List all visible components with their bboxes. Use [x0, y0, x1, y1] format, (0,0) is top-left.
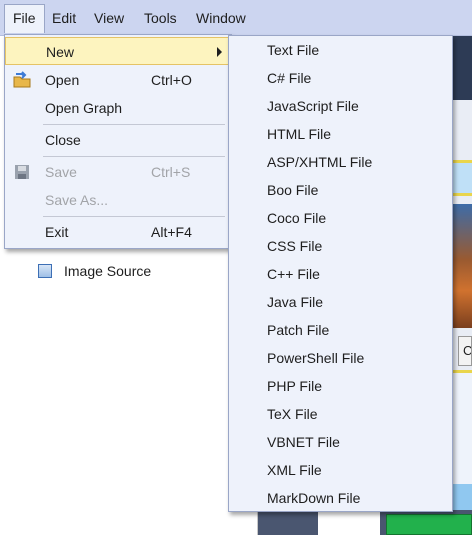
file-menu-dropdown: New Open Ctrl+O Open Graph Close Save Ct… [4, 34, 232, 249]
menu-item-save[interactable]: Save Ctrl+S [5, 158, 231, 186]
new-css-file[interactable]: CSS File [267, 232, 322, 260]
new-asp-xhtml-file[interactable]: ASP/XHTML File [267, 148, 372, 176]
menu-tools[interactable]: Tools [136, 4, 185, 33]
menu-item-exit[interactable]: Exit Alt+F4 [5, 218, 231, 246]
menu-item-open-graph[interactable]: Open Graph [5, 94, 231, 122]
new-boo-file[interactable]: Boo File [267, 176, 318, 204]
bottom-green-slot [386, 514, 472, 535]
menu-file[interactable]: File [4, 4, 45, 33]
menu-item-open-shortcut: Ctrl+O [151, 72, 192, 88]
new-patch-file[interactable]: Patch File [267, 316, 329, 344]
submenu-arrow-icon [217, 47, 222, 57]
menu-item-exit-shortcut: Alt+F4 [151, 224, 192, 240]
open-folder-icon [13, 71, 31, 88]
new-xml-file[interactable]: XML File [267, 456, 322, 484]
menu-item-save-as-label: Save As... [45, 192, 109, 208]
node-button[interactable]: C [458, 336, 472, 366]
new-powershell-file[interactable]: PowerShell File [267, 344, 364, 372]
new-php-file[interactable]: PHP File [267, 372, 322, 400]
new-csharp-file[interactable]: C# File [267, 64, 311, 92]
new-markdown-file[interactable]: MarkDown File [267, 484, 360, 512]
menu-item-open-label: Open [45, 72, 80, 88]
menu-window[interactable]: Window [188, 4, 254, 33]
tree-item-label: Image Source [64, 263, 152, 279]
new-vbnet-file[interactable]: VBNET File [267, 428, 340, 456]
menu-item-open[interactable]: Open Ctrl+O [5, 66, 231, 94]
menu-item-open-graph-label: Open Graph [45, 100, 123, 116]
new-text-file[interactable]: Text File [267, 36, 319, 64]
menu-edit[interactable]: Edit [44, 4, 84, 33]
bottom-white-slot [318, 510, 380, 535]
new-tex-file[interactable]: TeX File [267, 400, 318, 428]
menu-separator [43, 124, 225, 125]
new-coco-file[interactable]: Coco File [267, 204, 326, 232]
menu-item-save-shortcut: Ctrl+S [151, 164, 191, 180]
menu-item-new-label: New [46, 44, 75, 60]
menu-view[interactable]: View [86, 4, 132, 33]
menu-item-new[interactable]: New [5, 37, 231, 65]
image-source-icon [38, 264, 52, 278]
menu-bar: File Edit View Tools Window [0, 0, 472, 36]
menu-item-close-label: Close [45, 132, 81, 148]
new-html-file[interactable]: HTML File [267, 120, 331, 148]
menu-item-save-as[interactable]: Save As... [5, 186, 231, 214]
menu-separator [43, 156, 225, 157]
tree-item-image-source[interactable]: Image Source [38, 262, 151, 280]
save-disk-icon [15, 165, 29, 179]
menu-item-close[interactable]: Close [5, 126, 231, 154]
new-cpp-file[interactable]: C++ File [267, 260, 320, 288]
menu-item-save-label: Save [45, 164, 77, 180]
menu-separator [43, 216, 225, 217]
new-java-file[interactable]: Java File [267, 288, 323, 316]
new-javascript-file[interactable]: JavaScript File [267, 92, 359, 120]
menu-item-exit-label: Exit [45, 224, 69, 240]
new-submenu: Text File C# File JavaScript File HTML F… [228, 35, 453, 512]
